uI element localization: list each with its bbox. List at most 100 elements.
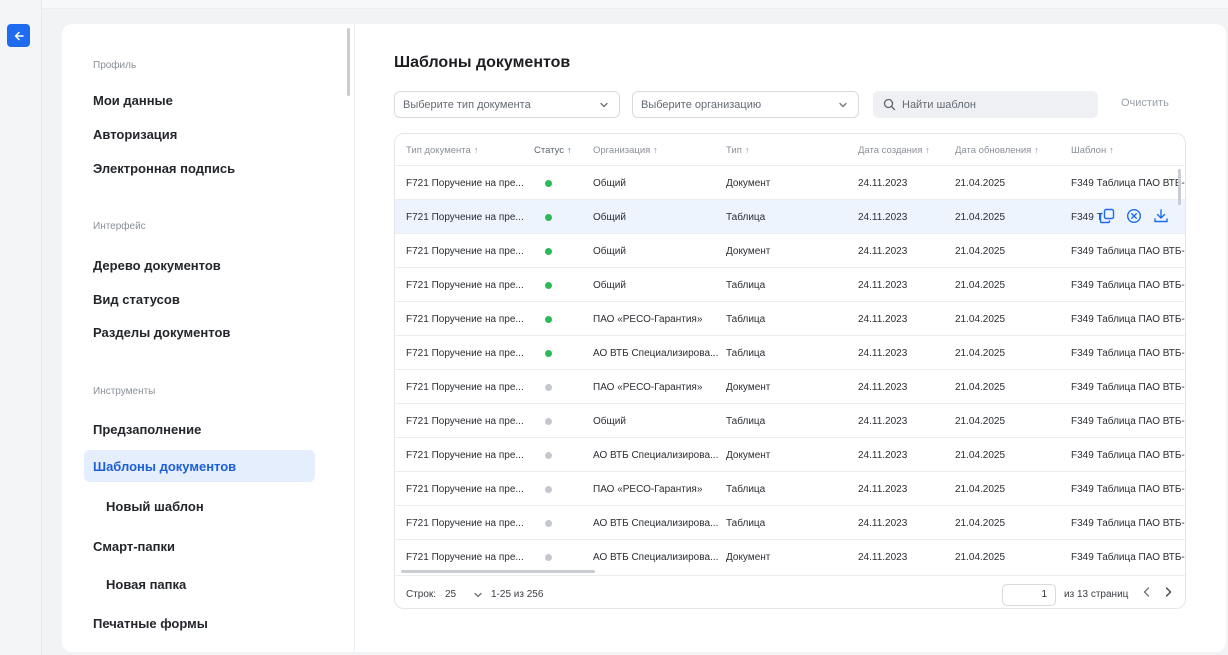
cell-created: 24.11.2023 [858,518,908,529]
sidebar-divider [354,24,355,652]
template-search-input[interactable]: Найти шаблон [873,91,1098,118]
cell-created: 24.11.2023 [858,178,908,189]
total-pages: из 13 страниц [1064,589,1129,600]
row-actions [1099,208,1169,224]
nav-my-data[interactable]: Мои данные [93,93,173,108]
organization-placeholder: Выберите организацию [641,98,762,111]
left-rail [0,0,42,655]
cell-type: Таблица [726,484,766,495]
cell-organization: ПАО «РЕСО-Гарантия» [593,484,703,495]
doc-type-select[interactable]: Выберите тип документа [394,91,620,118]
table-row[interactable]: F721 Поручение на пре... ПАО «РЕСО-Гарант… [395,471,1185,505]
cell-doc-type: F721 Поручение на пре... [406,280,524,291]
table-row[interactable]: F721 Поручение на пре... Общий Документ 24.… [395,165,1185,199]
cell-doc-type: F721 Поручение на пре... [406,518,524,529]
organization-select[interactable]: Выберите организацию [632,91,859,118]
table-row[interactable]: F721 Поручение на пре... АО ВТБ Специализ… [395,539,1185,573]
cell-type: Таблица [726,518,766,529]
cell-organization: АО ВТБ Специализирова... [593,552,719,563]
table-row[interactable]: F721 Поручение на пре... АО ВТБ Специализ… [395,335,1185,369]
status-dot [545,248,552,255]
col-header-status[interactable]: Статус ↑ [534,145,572,156]
chevron-down-icon[interactable] [472,589,484,604]
col-header-updated[interactable]: Дата обновления ↑ [955,145,1039,156]
cell-doc-type: F721 Поручение на пре... [406,382,524,393]
table-horizontal-scrollbar[interactable] [401,570,595,573]
nav-status-view[interactable]: Вид статусов [93,292,180,307]
cell-doc-type: F721 Поручение на пре... [406,212,524,223]
nav-print-forms[interactable]: Печатные формы [93,616,208,631]
cell-updated: 21.04.2025 [955,178,1006,189]
table-footer: Строк: 25 1-25 из 256 1 из 13 страниц [395,575,1185,608]
nav-prefill[interactable]: Предзаполнение [93,422,201,437]
nav-electronic-signature[interactable]: Электронная подпись [93,161,235,176]
cell-created: 24.11.2023 [858,348,908,359]
cell-updated: 21.04.2025 [955,280,1006,291]
table-row[interactable]: F721 Поручение на пре... Общий Таблица 24.1… [395,199,1185,233]
nav-document-tree[interactable]: Дерево документов [93,258,221,273]
sidebar-scrollbar[interactable] [347,28,350,96]
nav-new-template[interactable]: Новый шаблон [106,499,204,514]
section-title-tools: Инструменты [93,386,156,397]
cancel-circle-icon[interactable] [1126,208,1142,224]
cell-created: 24.11.2023 [858,280,908,291]
cell-type: Таблица [726,212,766,223]
table-vertical-scrollbar[interactable] [1178,169,1181,205]
table-row[interactable]: F721 Поручение на пре... Общий Таблица 24.1… [395,267,1185,301]
cell-doc-type: F721 Поручение на пре... [406,314,524,325]
nav-document-sections[interactable]: Разделы документов [93,325,230,340]
download-icon[interactable] [1153,208,1169,224]
nav-new-folder[interactable]: Новая папка [106,577,186,592]
cell-created: 24.11.2023 [858,416,908,427]
cell-template: F349 Таблица ПАО ВТБ-2... [1071,416,1186,427]
cell-updated: 21.04.2025 [955,246,1006,257]
chevron-left-icon[interactable] [1141,585,1153,602]
settings-sidebar: Профиль Мои данные Авторизация Электронн… [62,24,355,652]
cell-updated: 21.04.2025 [955,382,1006,393]
cell-type: Таблица [726,348,766,359]
cell-organization: Общий [593,280,626,291]
cell-organization: Общий [593,246,626,257]
table-row[interactable]: F721 Поручение на пре... ПАО «РЕСО-Гарант… [395,369,1185,403]
cell-type: Документ [726,382,771,393]
templates-table: Тип документа ↑ Статус ↑ Организация ↑ Тип ↑… [394,133,1186,609]
cell-template: F349 Таблица ПАО ВТБ-2... [1071,450,1186,461]
nav-document-templates[interactable]: Шаблоны документов [93,459,236,474]
col-header-organization[interactable]: Организация ↑ [593,145,658,156]
cell-organization: Общий [593,178,626,189]
settings-card: Профиль Мои данные Авторизация Электронн… [62,24,1226,652]
main-panel: Шаблоны документов Выберите тип документ… [372,24,1226,652]
rows-per-page-value[interactable]: 25 [445,589,456,600]
table-row[interactable]: F721 Поручение на пре... ПАО «РЕСО-Гарант… [395,301,1185,335]
cell-template: F349 Таблица ПАО ВТБ-2... [1071,246,1186,257]
cell-organization: Общий [593,212,626,223]
page-number-input[interactable]: 1 [1002,584,1056,606]
col-header-created[interactable]: Дата создания ↑ [858,145,930,156]
cell-doc-type: F721 Поручение на пре... [406,552,524,563]
col-header-type[interactable]: Тип ↑ [726,145,749,156]
cell-template: F349 Таблица ПАО ВТБ-2... [1071,280,1186,291]
status-dot [545,520,552,527]
chevron-right-icon[interactable] [1162,585,1174,602]
col-header-doc-type[interactable]: Тип документа ↑ [406,145,478,156]
table-row[interactable]: F721 Поручение на пре... АО ВТБ Специализ… [395,437,1185,471]
arrow-left-icon [14,31,24,40]
section-title-profile: Профиль [93,60,137,71]
copy-icon[interactable] [1099,208,1115,224]
rows-range: 1-25 из 256 [491,589,544,600]
clear-filters-button[interactable]: Очистить [1121,97,1169,109]
col-header-template[interactable]: Шаблон ↑ [1071,145,1114,156]
table-body: F721 Поручение на пре... Общий Документ 24.… [395,165,1185,573]
cell-type: Документ [726,246,771,257]
nav-smart-folders[interactable]: Смарт-папки [93,539,175,554]
cell-created: 24.11.2023 [858,484,908,495]
cell-doc-type: F721 Поручение на пре... [406,178,524,189]
status-dot [545,282,552,289]
table-row[interactable]: F721 Поручение на пре... Общий Таблица 24.1… [395,403,1185,437]
nav-authorization[interactable]: Авторизация [93,127,177,142]
back-button[interactable] [7,24,30,47]
table-row[interactable]: F721 Поручение на пре... АО ВТБ Специализ… [395,505,1185,539]
chevron-down-icon [600,102,608,108]
table-row[interactable]: F721 Поручение на пре... Общий Документ 24.… [395,233,1185,267]
cell-template: F349 Таблица ПАО ВТБ-2... [1071,348,1186,359]
